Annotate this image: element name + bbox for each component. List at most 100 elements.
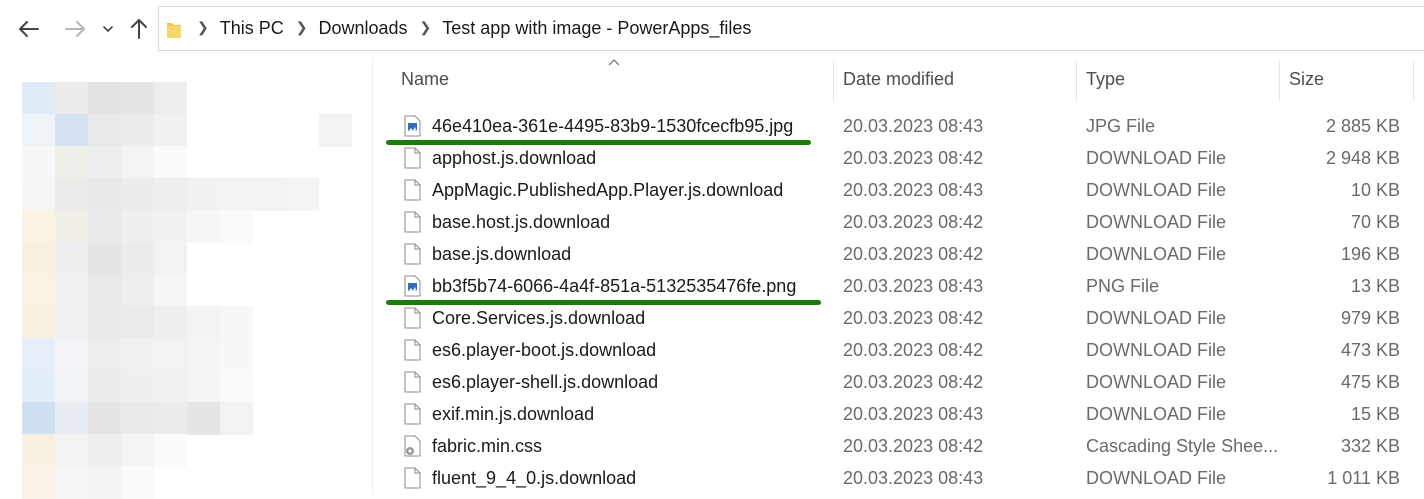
chevron-right-icon[interactable]: ❯: [296, 19, 308, 36]
file-icon: [404, 339, 421, 361]
file-row[interactable]: fabric.min.css 20.03.2023 08:42 Cascading …: [374, 431, 1414, 463]
blurred-pixel-block: [88, 274, 121, 307]
blurred-pixel-block: [88, 466, 121, 499]
blurred-pixel-block: [154, 114, 187, 147]
file-date-modified: 20.03.2023 08:42: [843, 308, 984, 328]
file-row[interactable]: AppMagic.PublishedApp.Player.js.download…: [374, 175, 1414, 207]
file-row[interactable]: apphost.js.download 20.03.2023 08:42 DOWNL…: [374, 143, 1414, 175]
file-row[interactable]: es6.player-shell.js.download 20.03.2023 0…: [374, 367, 1414, 399]
file-type: DOWNLOAD File: [1086, 308, 1227, 328]
file-row[interactable]: base.host.js.download 20.03.2023 08:42 DOW…: [374, 207, 1414, 239]
file-name: es6.player-shell.js.download: [432, 372, 659, 392]
blurred-pixel-block: [121, 114, 154, 147]
blurred-pixel-block: [88, 338, 121, 371]
blurred-pixel-block: [187, 370, 220, 403]
pane-divider[interactable]: [372, 57, 373, 495]
file-date-modified: 20.03.2023 08:43: [843, 116, 984, 136]
file-date-modified: 20.03.2023 08:43: [843, 180, 984, 200]
column-header-date[interactable]: Date modified: [843, 57, 954, 101]
address-bar[interactable]: ❯ This PC ❯ Downloads ❯ Test app with im…: [158, 6, 1424, 51]
breadcrumb-current-folder[interactable]: Test app with image - PowerApps_files: [442, 18, 751, 39]
file-type: DOWNLOAD File: [1086, 148, 1227, 168]
blurred-pixel-block: [286, 178, 319, 211]
blurred-pixel-block: [121, 338, 154, 371]
file-row[interactable]: es6.player-boot.js.download 20.03.2023 08…: [374, 335, 1414, 367]
blurred-pixel-block: [55, 82, 88, 115]
image-file-icon: [404, 275, 421, 297]
file-date-modified: 20.03.2023 08:43: [843, 404, 984, 424]
blurred-pixel-block: [121, 242, 154, 275]
file-name: Core.Services.js.download: [432, 308, 646, 328]
navigation-bar: ❯ This PC ❯ Downloads ❯ Test app with im…: [0, 0, 1424, 57]
blurred-pixel-block: [22, 402, 55, 435]
file-date-modified: 20.03.2023 08:42: [843, 212, 984, 232]
blurred-pixel-block: [220, 210, 253, 243]
file-name: bb3f5b74-6066-4a4f-851a-5132535476fe.png: [432, 276, 797, 296]
blurred-pixel-block: [187, 210, 220, 243]
blurred-pixel-block: [22, 178, 55, 211]
file-name: exif.min.js.download: [432, 404, 595, 424]
file-date-modified: 20.03.2023 08:43: [843, 468, 984, 488]
file-type: Cascading Style Shee...: [1086, 436, 1279, 456]
blurred-pixel-block: [121, 434, 154, 467]
file-type: DOWNLOAD File: [1086, 244, 1227, 264]
blurred-pixel-block: [22, 306, 55, 339]
blurred-pixel-block: [121, 306, 154, 339]
column-header-size[interactable]: Size: [1289, 57, 1324, 101]
file-name: es6.player-boot.js.download: [432, 340, 657, 360]
forward-button[interactable]: [60, 14, 90, 44]
chevron-down-icon: [103, 26, 113, 33]
file-row[interactable]: exif.min.js.download 20.03.2023 08:43 DOWN…: [374, 399, 1414, 431]
file-size: 10 KB: [1350, 180, 1400, 200]
blurred-pixel-block: [55, 114, 88, 147]
back-button[interactable]: [14, 14, 44, 44]
file-icon: [404, 243, 421, 265]
blurred-pixel-block: [88, 242, 121, 275]
file-date-modified: 20.03.2023 08:43: [843, 276, 984, 296]
column-header-type[interactable]: Type: [1086, 57, 1125, 101]
blurred-pixel-block: [22, 370, 55, 403]
blurred-pixel-block: [88, 146, 121, 179]
blurred-pixel-block: [22, 82, 55, 115]
file-row[interactable]: 46e410ea-361e-4495-83b9-1530fcecfb95.jpg…: [374, 111, 1414, 145]
breadcrumb-downloads[interactable]: Downloads: [318, 18, 407, 39]
file-row[interactable]: bb3f5b74-6066-4a4f-851a-5132535476fe.png…: [374, 271, 1414, 305]
file-icon: [404, 179, 421, 201]
column-resizer[interactable]: [1279, 61, 1280, 101]
breadcrumb-this-pc[interactable]: This PC: [220, 18, 284, 39]
column-resizer[interactable]: [1413, 61, 1414, 101]
blurred-pixel-block: [88, 306, 121, 339]
file-size: 196 KB: [1340, 244, 1400, 264]
file-row[interactable]: Core.Services.js.download 20.03.2023 08:4…: [374, 303, 1414, 335]
column-resizer[interactable]: [1076, 61, 1077, 101]
column-resizer[interactable]: [833, 61, 834, 101]
blurred-pixel-block: [22, 466, 55, 499]
image-file-icon: [404, 115, 421, 137]
file-row[interactable]: base.js.download 20.03.2023 08:42 DOWNLOAD…: [374, 239, 1414, 271]
blurred-pixel-block: [55, 338, 88, 371]
up-button[interactable]: [125, 14, 153, 44]
blurred-pixel-block: [88, 82, 121, 115]
blurred-pixel-block: [154, 146, 187, 179]
blurred-pixel-block: [88, 210, 121, 243]
file-icon: [404, 371, 421, 393]
file-date-modified: 20.03.2023 08:42: [843, 436, 984, 456]
blurred-pixel-block: [88, 402, 121, 435]
file-size: 2 948 KB: [1325, 148, 1400, 168]
chevron-right-icon[interactable]: ❯: [420, 19, 432, 36]
file-size: 70 KB: [1350, 212, 1400, 232]
file-date-modified: 20.03.2023 08:42: [843, 340, 984, 360]
file-name: base.js.download: [432, 244, 572, 264]
file-name: base.host.js.download: [432, 212, 611, 232]
file-row[interactable]: fluent_9_4_0.js.download 20.03.2023 08:43…: [374, 463, 1414, 495]
blurred-pixel-block: [55, 178, 88, 211]
file-date-modified: 20.03.2023 08:42: [843, 372, 984, 392]
blurred-pixel-block: [121, 274, 154, 307]
blurred-pixel-block: [154, 306, 187, 339]
file-size: 979 KB: [1340, 308, 1400, 328]
column-header-name[interactable]: Name: [401, 57, 449, 101]
recent-locations-button[interactable]: [98, 14, 118, 44]
file-icon: [404, 211, 421, 233]
blurred-pixel-block: [22, 242, 55, 275]
blurred-pixel-block: [121, 370, 154, 403]
